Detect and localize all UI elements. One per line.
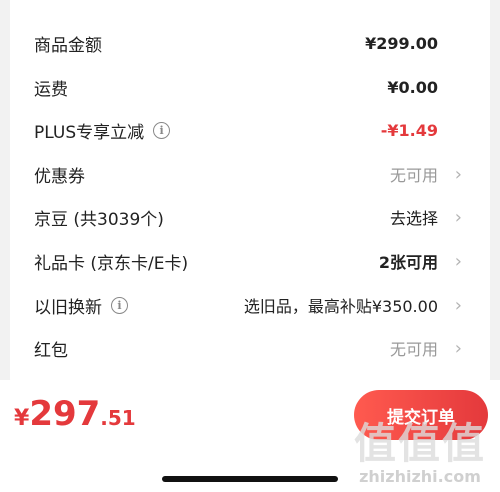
chevron-right-icon: › [454, 163, 462, 185]
row-coupon[interactable]: 优惠券 无可用 › [10, 152, 490, 196]
row-plus-discount: PLUS专享立减 i -¥1.49 [10, 108, 490, 152]
row-red-packet[interactable]: 红包 无可用 › [10, 326, 490, 370]
chevron-right-icon: › [454, 294, 462, 316]
row-shipping: 运费 ¥0.00 [10, 65, 490, 109]
trade-in-value: 选旧品，最高补贴¥350.00 [243, 297, 438, 316]
coupon-label: 优惠券 [34, 166, 85, 187]
total-decimal: .51 [100, 406, 136, 430]
info-icon[interactable]: i [111, 296, 128, 314]
gift-card-label: 礼品卡 (京东卡/E卡) [34, 253, 189, 274]
row-jingdou[interactable]: 京豆 (共3039个) 去选择 › [10, 195, 490, 239]
row-goods-amount: 商品金额 ¥299.00 [10, 21, 490, 65]
goods-amount-value: ¥299.00 [365, 33, 438, 53]
trade-in-label: 以旧换新 [34, 297, 102, 318]
plus-discount-value: -¥1.49 [380, 120, 438, 140]
total-integer: 297 [29, 394, 101, 434]
shipping-label: 运费 [34, 79, 68, 100]
home-indicator[interactable] [162, 476, 338, 482]
chevron-right-icon: › [454, 250, 462, 272]
chevron-right-icon: › [454, 206, 462, 228]
total-price: ¥ 297 .51 [14, 394, 136, 434]
red-packet-label: 红包 [34, 340, 68, 361]
jingdou-value: 去选择 [389, 209, 438, 228]
watermark: 值值值 zhizhizhi.com [354, 410, 486, 486]
plus-discount-label: PLUS专享立减 [34, 122, 145, 143]
shipping-value: ¥0.00 [387, 77, 438, 97]
info-icon[interactable]: i [153, 121, 171, 139]
row-gift-card[interactable]: 礼品卡 (京东卡/E卡) 2张可用 › [10, 239, 490, 283]
gift-card-value: 2张可用 [378, 253, 438, 272]
coupon-value: 无可用 [389, 166, 438, 185]
red-packet-value: 无可用 [389, 340, 438, 359]
jingdou-label: 京豆 (共3039个) [34, 209, 164, 230]
total-currency: ¥ [14, 406, 30, 431]
watermark-logo: 值值值 [353, 419, 486, 468]
chevron-right-icon: › [454, 337, 462, 359]
goods-amount-label: 商品金额 [34, 35, 102, 56]
order-summary-card: 商品金额 ¥299.00 运费 ¥0.00 PLUS专享立减 i -¥1.49 … [10, 0, 490, 392]
watermark-text: zhizhizhi.com [359, 467, 481, 486]
row-trade-in[interactable]: 以旧换新 i 选旧品，最高补贴¥350.00 › [10, 283, 490, 327]
